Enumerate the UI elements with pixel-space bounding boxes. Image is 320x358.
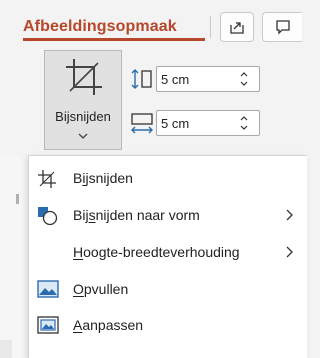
menu-item-opvullen[interactable]: Opvullen [29,275,307,305]
menu-item-bijsnijden[interactable]: Bijsnijden [29,164,307,194]
menu-item-label: Aanpassen [73,317,144,333]
height-value: 5 cm [161,72,190,87]
chevron-right-icon [286,246,293,258]
divider [210,16,211,38]
active-tab-indicator [23,38,205,41]
share-button[interactable] [220,12,254,42]
tab-afbeeldingsopmaak[interactable]: Afbeeldingsopmaak [23,18,177,36]
chevron-right-icon [286,209,293,221]
share-icon [230,22,244,34]
ribbon-size-group: Bijsnijden 5 cm 5 cm [0,46,307,156]
document-edge [0,156,28,358]
crop-dropdown-menu: Bijsnijden Bijsnijden naar vorm Hoogte-b… [28,155,307,358]
comment-button[interactable] [262,12,302,42]
crop-split-button[interactable]: Bijsnijden [44,50,122,150]
menu-item-bijsnijden-naar-vorm[interactable]: Bijsnijden naar vorm [29,201,307,231]
menu-item-label: Bijsnijden naar vorm [73,207,200,223]
spinner-icon[interactable] [239,69,249,89]
fill-icon [37,280,59,298]
shape-width-icon [131,113,153,134]
chevron-down-icon[interactable] [77,131,89,141]
crop-button-label: Bijsnijden [55,109,111,124]
height-input[interactable]: 5 cm [156,66,260,92]
width-control: 5 cm [130,110,260,136]
fit-icon [37,316,59,334]
crop-icon [38,170,56,188]
ribbon-tab-bar: Afbeeldingsopmaak [0,0,307,46]
document-edge-shadow [0,340,12,358]
width-value: 5 cm [161,116,190,131]
menu-item-label: Opvullen [73,281,129,297]
spinner-icon[interactable] [239,113,249,133]
menu-item-aanpassen[interactable]: Aanpassen [29,311,307,341]
comment-icon [275,20,290,35]
crop-icon [66,59,102,95]
crop-to-shape-icon [38,207,58,226]
ruler-mark [16,194,19,204]
shape-height-icon [131,69,152,89]
menu-item-label: Bijsnijden [73,170,133,186]
height-control: 5 cm [130,66,260,92]
menu-item-label: Hoogte-breedteverhouding [73,244,240,260]
menu-item-hoogte-breedteverhouding[interactable]: Hoogte-breedteverhouding [29,238,307,268]
width-input[interactable]: 5 cm [156,110,260,136]
